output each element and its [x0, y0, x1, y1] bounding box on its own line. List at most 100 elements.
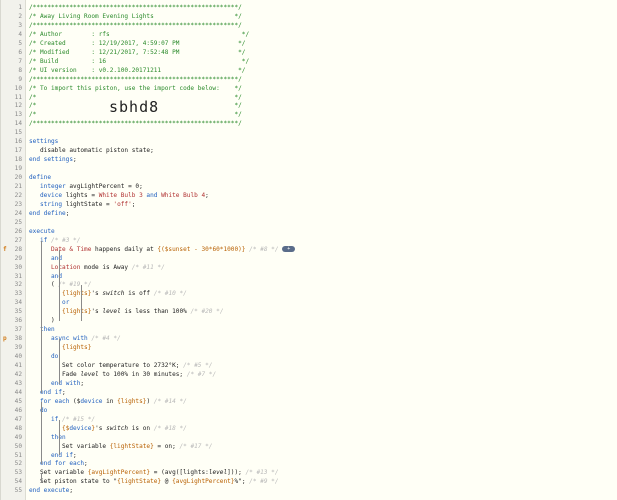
block-guide: [59, 419, 60, 456]
block-guide: [41, 473, 42, 483]
code-text: /* To import this piston, use the import…: [29, 84, 242, 92]
line-number: 9: [18, 75, 22, 83]
code-line: 1 /**************************************…: [1, 3, 617, 12]
block-guide: [59, 249, 60, 322]
code-line: 51 end if;: [1, 451, 617, 460]
code-line: 4 /* Author : rfs */: [1, 30, 617, 39]
code-text: Set variable {avgLightPercent} = (avg([l…: [29, 469, 279, 477]
code-text: Set color temperature to 2732°K; /* #5 *…: [29, 362, 213, 369]
line-number: 43: [14, 379, 22, 387]
code-line: 37 then: [1, 325, 617, 334]
line-number: 48: [14, 424, 22, 432]
code-line: 6 /* Modified : 12/21/2017, 7:52:48 PM */: [1, 48, 617, 57]
line-number: 39: [14, 344, 22, 352]
code-text: end execute;: [29, 487, 74, 495]
code-text: /* Modified : 12/21/2017, 7:52:48 PM */: [29, 48, 246, 56]
code-text: /* Created : 12/19/2017, 4:59:07 PM */: [29, 39, 246, 47]
code-line: 34 or: [1, 298, 617, 307]
line-number: 21: [14, 183, 22, 190]
line-number: 15: [14, 129, 22, 137]
line-number: 24: [14, 209, 22, 217]
line-number: 19: [14, 165, 22, 173]
code-line: 36 ): [1, 316, 617, 325]
code-line: 55 end execute;: [1, 486, 617, 495]
line-number: 32: [14, 281, 22, 289]
code-text: /* Build : 16 */: [29, 57, 250, 65]
code-line: 2 /* Away Living Room Evening Lights */: [1, 12, 617, 21]
line-number: 6: [18, 48, 22, 56]
timer-indicator-icon[interactable]: +: [282, 245, 296, 252]
code-line: 50 Set variable {lightState} = on; /* #1…: [1, 442, 617, 451]
code-text: end for each;: [40, 460, 88, 468]
piston-code-editor: 1 /**************************************…: [0, 0, 617, 500]
import-code: sbhd8: [109, 98, 160, 116]
code-line: 17 disable automatic piston state;: [1, 146, 617, 155]
line-number: 42: [14, 370, 22, 378]
code-text: and: [51, 254, 63, 262]
code-line: 45 for each ($device in {lights}) /* #14…: [1, 397, 617, 406]
code-text: disable automatic piston state;: [29, 147, 154, 155]
code-text: end with;: [51, 379, 85, 387]
code-line: 9 /**************************************…: [1, 75, 617, 84]
code-text: /***************************************…: [29, 75, 242, 83]
line-number: 35: [14, 308, 22, 316]
line-number: 37: [14, 326, 22, 334]
code-text: /* Away Living Room Evening Lights */: [29, 12, 242, 20]
code-line: 42 Fade level to 100% in 30 minutes; /* …: [1, 370, 617, 379]
code-line: 20 define: [1, 173, 617, 182]
line-number: 13: [14, 111, 22, 119]
code-line: 7 /* Build : 16 */: [1, 57, 617, 66]
code-line: 35 {lights}'s level is less than 100% /*…: [1, 307, 617, 316]
code-text: ( /* #19 */: [29, 281, 92, 289]
line-number: 8: [18, 66, 22, 74]
code-line: 26 execute: [1, 227, 617, 236]
line-number: 16: [14, 138, 22, 146]
line-number: 2: [18, 12, 22, 20]
code-text: settings: [29, 138, 59, 146]
line-number: 30: [14, 263, 22, 271]
code-text: /* UI version : v0.2.100.20171211 */: [29, 66, 246, 74]
code-text: then: [51, 433, 66, 441]
code-line: 11/* */: [1, 93, 617, 102]
code-line: 21 integer avgLightPercent = 0;: [1, 182, 617, 191]
line-number: 44: [14, 388, 22, 396]
block-guide: [59, 339, 60, 384]
code-text: /***************************************…: [29, 4, 242, 11]
line-number: 52: [14, 460, 22, 468]
line-number: 50: [14, 442, 22, 450]
line-number: 51: [14, 451, 22, 459]
code-text: and: [51, 272, 63, 280]
line-number: 11: [14, 93, 22, 101]
code-text: end if;: [40, 388, 66, 396]
code-text: define: [29, 174, 52, 182]
code-text: /***************************************…: [29, 21, 242, 29]
code-text: do: [40, 406, 48, 414]
code-line: 8 /* UI version : v0.2.100.20171211 */: [1, 66, 617, 75]
code-line: 31 and: [1, 272, 617, 281]
code-line: 18 end settings;: [1, 155, 617, 164]
code-line: 16 settings: [1, 137, 617, 146]
line-number: 26: [14, 227, 22, 235]
code-line: 13/* */: [1, 110, 617, 119]
line-flag: p: [3, 335, 7, 343]
code-text: Date & Time happens daily at {($sunset -…: [51, 245, 296, 253]
line-number: 5: [18, 39, 22, 47]
line-number: 3: [18, 21, 22, 29]
line-number: 7: [18, 57, 22, 65]
line-number: 45: [14, 397, 22, 405]
line-number: 55: [14, 487, 22, 495]
code-text: {lights}: [62, 344, 92, 352]
code-line: 25: [1, 218, 617, 227]
line-number: 12: [14, 102, 22, 110]
code-line: 15: [1, 128, 617, 137]
code-text: Set piston state to "{lightState} @ {avg…: [29, 478, 279, 486]
code-line: 53 Set variable {avgLightPercent} = (avg…: [1, 468, 617, 477]
code-text: for each ($device in {lights}) /* #14 */: [40, 397, 187, 405]
block-guide: [41, 401, 42, 465]
code-line: 12/* */: [1, 101, 617, 110]
code-text: {$device}'s switch is on /* #18 */: [62, 424, 187, 432]
code-text: do: [51, 353, 59, 361]
code-line: 48 {$device}'s switch is on /* #18 */: [1, 424, 617, 433]
code-text: or: [62, 299, 70, 307]
code-line: 39 {lights}: [1, 343, 617, 352]
